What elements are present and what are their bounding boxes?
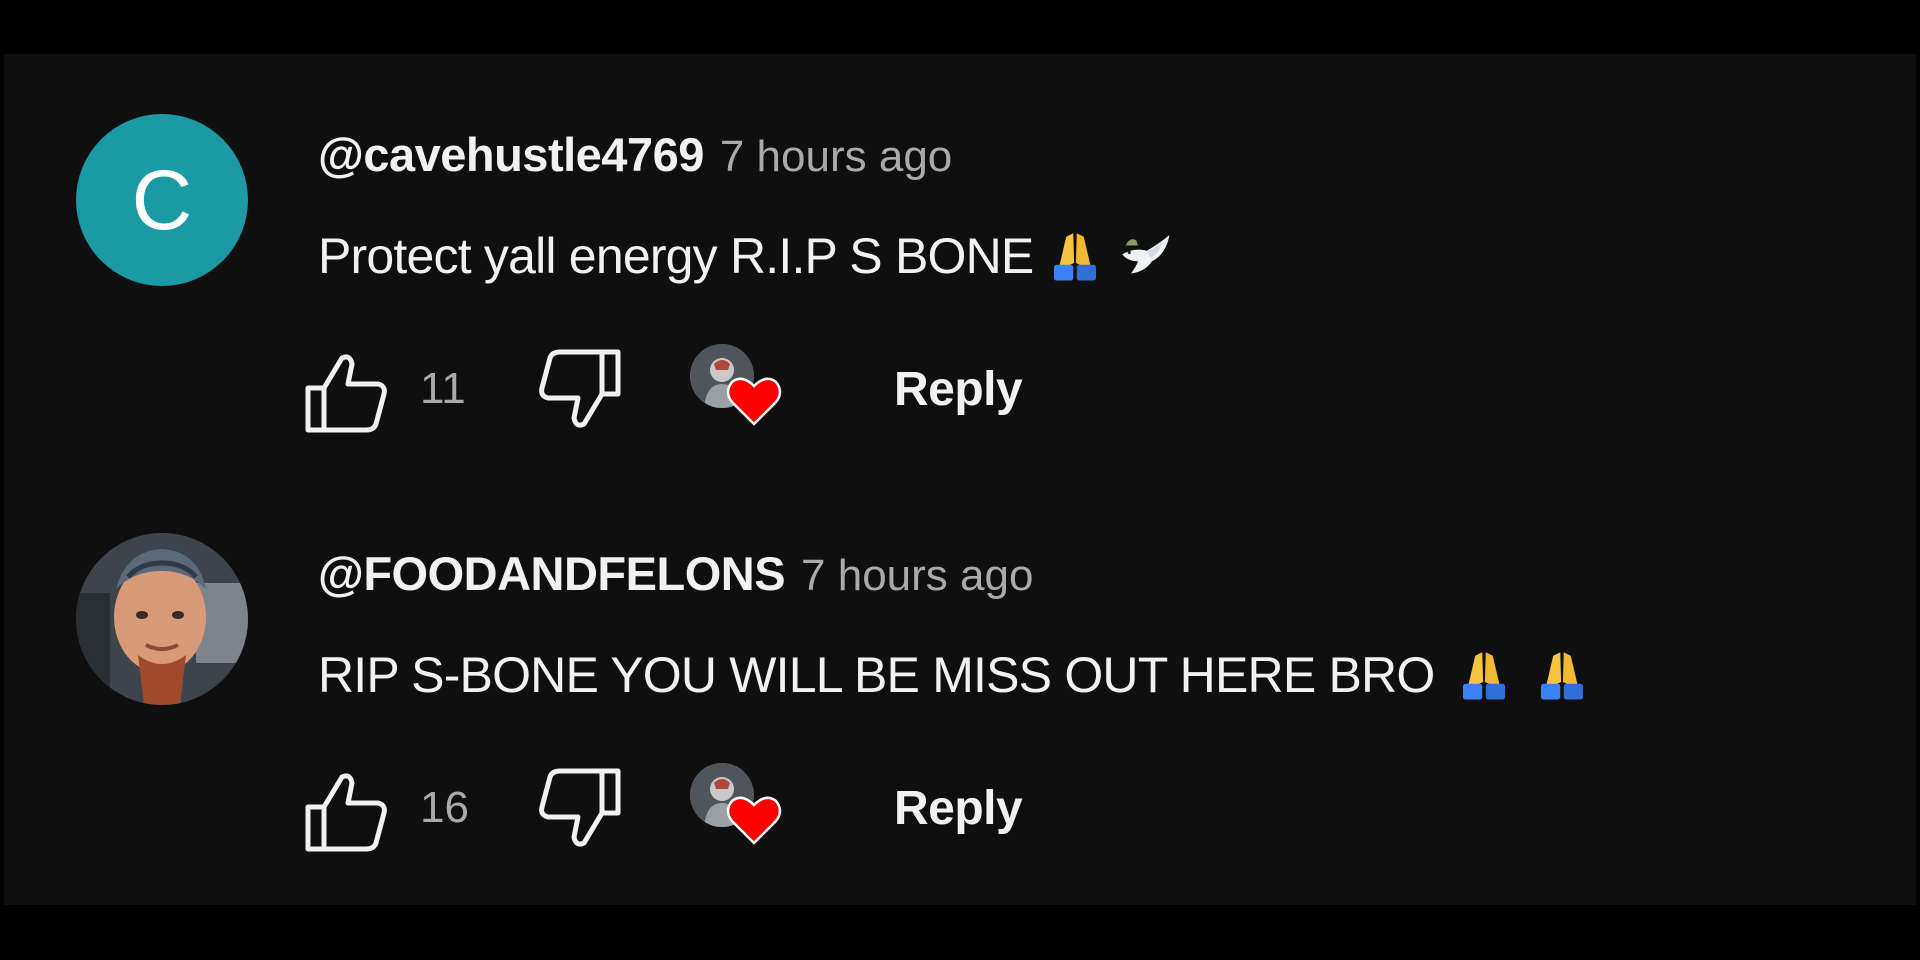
- avatar-letter: C: [131, 153, 193, 247]
- creator-heart-badge[interactable]: [690, 344, 786, 444]
- heart-icon: [726, 796, 782, 845]
- comment-timestamp[interactable]: 7 hours ago: [801, 551, 1033, 601]
- comment-text: RIP S-BONE YOU WILL BE MISS OUT HERE BRO: [318, 640, 1590, 710]
- like-button[interactable]: [304, 771, 390, 853]
- thumbs-up-icon: [305, 354, 387, 433]
- avatar[interactable]: [76, 533, 248, 705]
- thumbs-down-icon: [539, 349, 621, 428]
- folded-hands-icon: [1047, 228, 1103, 284]
- dislike-button[interactable]: [536, 767, 622, 849]
- dislike-button[interactable]: [536, 348, 622, 430]
- comment-text: Protect yall energy R.I.P S BONE: [318, 221, 1173, 291]
- avatar[interactable]: C: [76, 114, 248, 286]
- folded-hands-icon: [1534, 647, 1590, 703]
- comment-body: Protect yall energy R.I.P S BONE: [318, 228, 1034, 284]
- comment-actions: 16 Reply: [304, 763, 1204, 863]
- like-count: 11: [420, 364, 466, 413]
- dove-icon: [1117, 228, 1173, 284]
- comment-timestamp[interactable]: 7 hours ago: [720, 132, 952, 182]
- comment-header: @cavehustle4769 7 hours ago: [318, 127, 952, 187]
- comments-panel: C @cavehustle4769 7 hours ago Protect ya…: [4, 54, 1916, 905]
- comment-actions: 11 Reply: [304, 344, 1204, 444]
- reply-button[interactable]: Reply: [888, 773, 1028, 843]
- comment-body: RIP S-BONE YOU WILL BE MISS OUT HERE BRO: [318, 647, 1435, 703]
- comment-header: @FOODANDFELONS 7 hours ago: [318, 546, 1033, 606]
- creator-heart-badge[interactable]: [690, 763, 786, 863]
- author-handle[interactable]: @FOODANDFELONS: [318, 546, 786, 601]
- like-button[interactable]: [304, 352, 390, 434]
- thumbs-up-icon: [305, 773, 387, 852]
- heart-icon: [726, 377, 782, 426]
- comment-item: @FOODANDFELONS 7 hours ago RIP S-BONE YO…: [4, 473, 1916, 873]
- reply-button[interactable]: Reply: [888, 354, 1028, 424]
- like-count: 16: [420, 783, 469, 832]
- thumbs-down-icon: [539, 768, 621, 847]
- avatar-photo: [76, 533, 248, 705]
- folded-hands-icon: [1456, 647, 1512, 703]
- author-handle[interactable]: @cavehustle4769: [318, 127, 704, 182]
- comment-item: C @cavehustle4769 7 hours ago Protect ya…: [4, 54, 1916, 454]
